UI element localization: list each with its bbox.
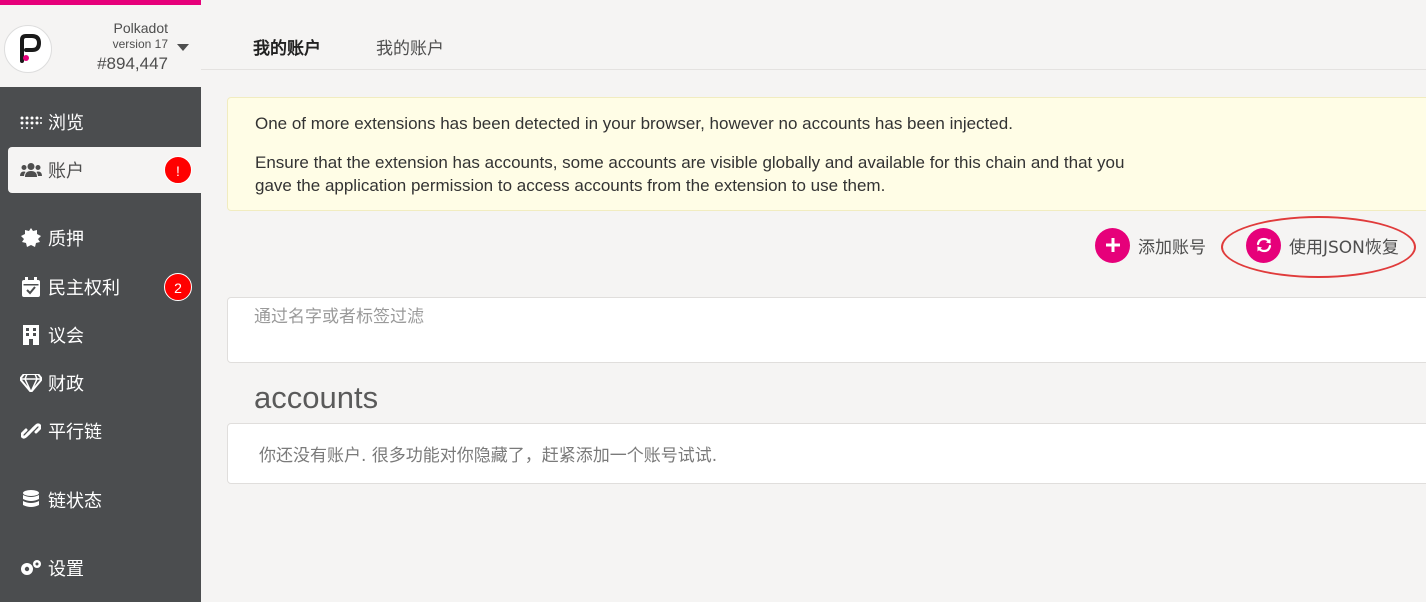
sidebar-item-parachains[interactable]: 平行链 [8, 408, 201, 454]
alert-badge: ! [164, 156, 192, 184]
sidebar-item-staking[interactable]: 质押 [8, 215, 201, 261]
sidebar-item-explorer[interactable]: 浏览 [8, 99, 201, 145]
sidebar-item-label: 浏览 [48, 113, 84, 134]
sidebar-item-chain-state[interactable]: 链状态 [8, 477, 201, 523]
sidebar-item-label: 财政 [48, 374, 84, 395]
polkadot-logo-icon [4, 25, 52, 73]
link-icon [20, 420, 42, 442]
dots-grid-icon [20, 111, 42, 133]
empty-message: 你还没有账户. 很多功能对你隐藏了，赶紧添加一个账号试试. [259, 446, 718, 466]
chain-selector[interactable]: Polkadot version 17 #894,447 [0, 5, 201, 87]
filter-input[interactable] [254, 302, 1404, 332]
sidebar-item-treasury[interactable]: 财政 [8, 360, 201, 406]
database-icon [20, 489, 42, 511]
tab-bar: 我的账户 我的账户 [201, 0, 1426, 70]
extension-warning-banner: One of more extensions has been detected… [227, 97, 1426, 211]
plus-icon [1095, 227, 1130, 263]
accounts-empty-state: 你还没有账户. 很多功能对你隐藏了，赶紧添加一个账号试试. [227, 423, 1426, 484]
tab-my-accounts[interactable]: 我的账户 [253, 34, 321, 59]
chevron-down-icon[interactable] [177, 44, 189, 51]
banner-message: One of more extensions has been detected… [255, 114, 1013, 133]
calendar-check-icon [20, 276, 42, 298]
cogs-icon [20, 557, 42, 579]
sidebar-item-settings[interactable]: 设置 [8, 545, 201, 591]
count-badge: 2 [164, 273, 192, 301]
certificate-icon [20, 227, 42, 249]
sidebar-item-label: 民主权利 [48, 278, 120, 299]
sidebar-item-council[interactable]: 议会 [8, 312, 201, 358]
tab-my-accounts-secondary[interactable]: 我的账户 [376, 34, 444, 59]
sidebar-item-democracy[interactable]: 民主权利 2 [8, 264, 201, 310]
chain-name: Polkadot [113, 20, 168, 36]
sidebar-item-accounts[interactable]: 账户 ! [8, 147, 201, 193]
sidebar: Polkadot version 17 #894,447 浏览 账户 ! 质押 … [0, 0, 201, 602]
sidebar-item-label: 链状态 [48, 491, 102, 512]
accounts-section-title: accounts [254, 380, 379, 415]
sidebar-item-label: 平行链 [48, 422, 102, 443]
sidebar-item-label: 账户 [48, 161, 84, 182]
chain-version: version 17 [112, 37, 168, 51]
banner-hint: Ensure that the extension has accounts, … [255, 153, 1125, 195]
sidebar-item-label: 议会 [48, 326, 84, 347]
users-icon [20, 159, 42, 181]
best-block-number: #894,447 [97, 54, 168, 73]
building-icon [20, 324, 42, 346]
add-account-label: 添加账号 [1138, 237, 1206, 258]
restore-highlight-ring [1221, 216, 1416, 278]
sidebar-item-label: 质押 [48, 229, 84, 250]
gem-icon [20, 372, 42, 394]
sidebar-item-label: 设置 [48, 559, 84, 580]
add-account-button[interactable]: 添加账号 [1095, 227, 1206, 263]
filter-box [227, 297, 1426, 363]
